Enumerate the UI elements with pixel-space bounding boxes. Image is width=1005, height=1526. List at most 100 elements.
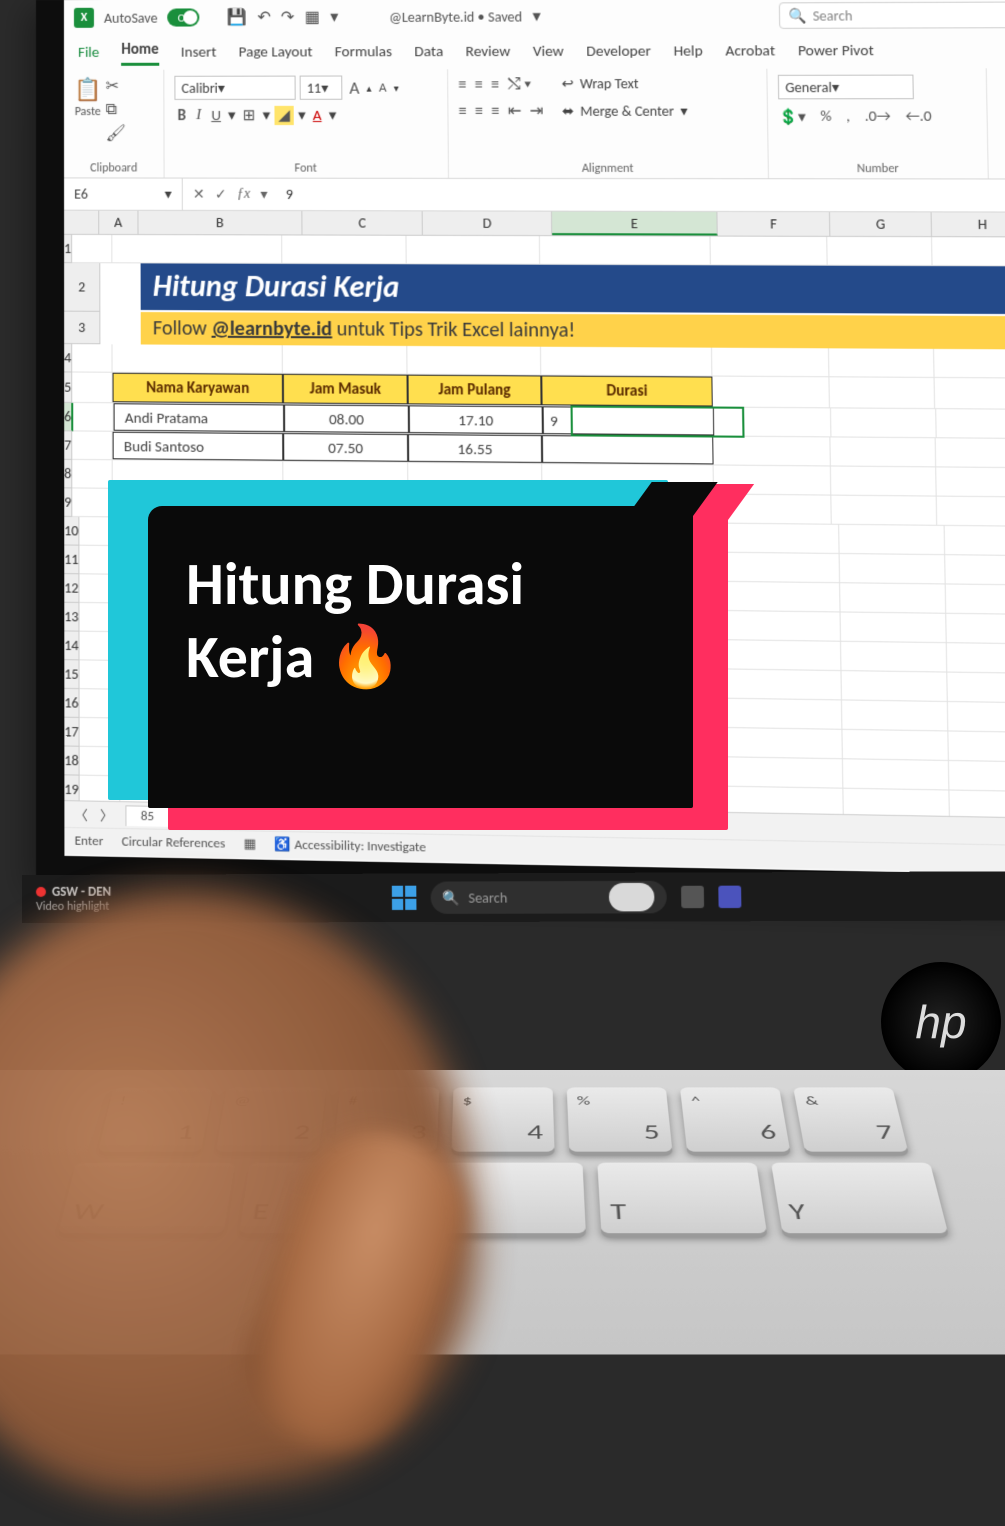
font-name-combo[interactable]: Calibri ▾	[174, 76, 295, 100]
status-accessibility[interactable]: ♿ Accessibility: Investigate	[275, 837, 426, 855]
search-box[interactable]: 🔍 Search	[779, 2, 1005, 29]
start-button[interactable]	[391, 886, 416, 910]
row-header[interactable]: 15	[64, 660, 79, 689]
select-all-corner[interactable]	[64, 211, 99, 234]
wrap-text-button[interactable]: ↩Wrap Text	[562, 75, 688, 92]
redo-icon[interactable]: ↷	[281, 7, 295, 27]
paste-button[interactable]: 📋 Paste	[74, 76, 102, 119]
align-center-icon[interactable]: ≡	[475, 101, 483, 120]
copy-icon[interactable]: ⧉	[106, 100, 126, 119]
tab-help[interactable]: Help	[673, 42, 702, 60]
undo-icon[interactable]: ↶	[257, 7, 271, 27]
number-format-combo[interactable]: General ▾	[778, 75, 914, 100]
key-y[interactable]: Y	[770, 1163, 947, 1234]
col-header-a[interactable]: A	[99, 211, 138, 234]
key-5[interactable]: %5	[566, 1087, 672, 1151]
title-dropdown-icon[interactable]: ▾	[532, 6, 540, 26]
row-header[interactable]: 8	[64, 460, 72, 489]
decrease-decimal-icon[interactable]: ←.0	[905, 107, 932, 127]
align-bottom-icon[interactable]: ≡	[491, 75, 499, 94]
th-nama[interactable]: Nama Karyawan	[113, 373, 283, 404]
row-header[interactable]: 5	[64, 372, 72, 403]
row-header[interactable]: 7	[64, 431, 72, 460]
tab-home[interactable]: Home	[121, 40, 158, 65]
font-size-combo[interactable]: 11 ▾	[300, 76, 343, 100]
orientation-icon[interactable]: ⤭ ▾	[507, 75, 531, 94]
align-middle-icon[interactable]: ≡	[475, 75, 483, 94]
row-header[interactable]: 6	[64, 403, 73, 432]
row-header[interactable]: 11	[64, 545, 79, 574]
qat-more-icon[interactable]: ▦	[305, 7, 320, 27]
format-painter-icon[interactable]: 🖌	[106, 123, 126, 143]
status-stats-icon[interactable]: ▦	[244, 837, 257, 853]
formula-enter-icon[interactable]: ✓	[215, 186, 227, 203]
th-pulang[interactable]: Jam Pulang	[408, 375, 542, 406]
row-header[interactable]: 12	[64, 574, 79, 603]
merge-center-button[interactable]: ⬌Merge & Center ▾	[562, 102, 688, 119]
row-header[interactable]: 17	[64, 718, 79, 747]
cell-masuk[interactable]: 07.50	[283, 433, 408, 462]
document-title[interactable]: @LearnByte.id • Saved	[389, 8, 522, 26]
row-header[interactable]: 9	[64, 488, 72, 517]
percent-format-icon[interactable]: %	[820, 107, 832, 126]
save-icon[interactable]: 💾	[227, 7, 247, 27]
formula-cancel-icon[interactable]: ✕	[193, 186, 205, 203]
row-header[interactable]: 2	[64, 263, 100, 312]
bold-button[interactable]: B	[174, 106, 189, 124]
cell-durasi-active[interactable]: 9	[543, 406, 715, 435]
tab-view[interactable]: View	[533, 43, 564, 61]
tab-acrobat[interactable]: Acrobat	[725, 42, 775, 60]
col-header-g[interactable]: G	[830, 212, 932, 236]
align-right-icon[interactable]: ≡	[491, 101, 499, 120]
row-header[interactable]: 19	[64, 775, 79, 804]
key-6[interactable]: ^6	[679, 1087, 789, 1151]
col-header-h[interactable]: H	[932, 212, 1005, 236]
row-header[interactable]: 13	[64, 603, 79, 632]
col-header-c[interactable]: C	[303, 211, 424, 235]
font-color-icon[interactable]: A	[310, 106, 325, 124]
row-header[interactable]: 14	[64, 631, 79, 660]
taskbar-app-icon[interactable]	[681, 886, 704, 908]
fill-color-icon[interactable]: ◢	[274, 106, 294, 125]
col-header-b[interactable]: B	[138, 211, 303, 235]
name-box[interactable]: E6▾	[64, 178, 183, 209]
tab-developer[interactable]: Developer	[586, 42, 651, 60]
tab-insert[interactable]: Insert	[181, 44, 217, 62]
cut-icon[interactable]: ✂	[105, 76, 125, 96]
decrease-indent-icon[interactable]: ⇤	[508, 101, 522, 121]
col-header-d[interactable]: D	[423, 211, 552, 235]
sheet-nav-left-icon[interactable]: 〈	[75, 804, 88, 824]
row-header[interactable]: 3	[64, 312, 100, 345]
cell-pulang[interactable]: 16.55	[408, 434, 542, 463]
tab-page-layout[interactable]: Page Layout	[239, 43, 313, 61]
row-header[interactable]: 1	[64, 235, 72, 263]
formula-input[interactable]: 9	[278, 186, 1005, 205]
increase-indent-icon[interactable]: ⇥	[530, 101, 544, 121]
taskbar-search[interactable]: 🔍 Search	[430, 881, 666, 914]
align-top-icon[interactable]: ≡	[458, 75, 466, 94]
autosave-toggle[interactable]: On	[168, 8, 217, 26]
row-header[interactable]: 18	[64, 747, 79, 776]
cell-pulang[interactable]: 17.10	[409, 405, 543, 434]
th-durasi[interactable]: Durasi	[541, 375, 713, 406]
tab-file[interactable]: File	[78, 44, 99, 62]
qat-dropdown-icon[interactable]: ▾	[330, 7, 338, 27]
borders-icon[interactable]: ⊞	[240, 106, 259, 125]
italic-button[interactable]: I	[193, 107, 204, 124]
fx-dropdown-icon[interactable]: ▾	[260, 186, 267, 203]
increase-decimal-icon[interactable]: .0→	[865, 107, 891, 127]
underline-button[interactable]: U	[208, 106, 224, 124]
tab-power-pivot[interactable]: Power Pivot	[798, 42, 874, 61]
align-left-icon[interactable]: ≡	[459, 101, 467, 120]
col-header-f[interactable]: F	[717, 212, 830, 236]
row-header[interactable]: 16	[64, 689, 79, 718]
tab-formulas[interactable]: Formulas	[335, 43, 392, 61]
key-t[interactable]: T	[597, 1163, 767, 1234]
tab-review[interactable]: Review	[466, 43, 511, 61]
cell-nama[interactable]: Budi Santoso	[113, 432, 284, 461]
increase-font-icon[interactable]: A	[346, 77, 362, 98]
accounting-format-icon[interactable]: 💲▾	[778, 108, 806, 127]
cell-durasi[interactable]	[542, 435, 714, 464]
key-4[interactable]: $4	[451, 1087, 554, 1151]
th-masuk[interactable]: Jam Masuk	[283, 374, 408, 404]
